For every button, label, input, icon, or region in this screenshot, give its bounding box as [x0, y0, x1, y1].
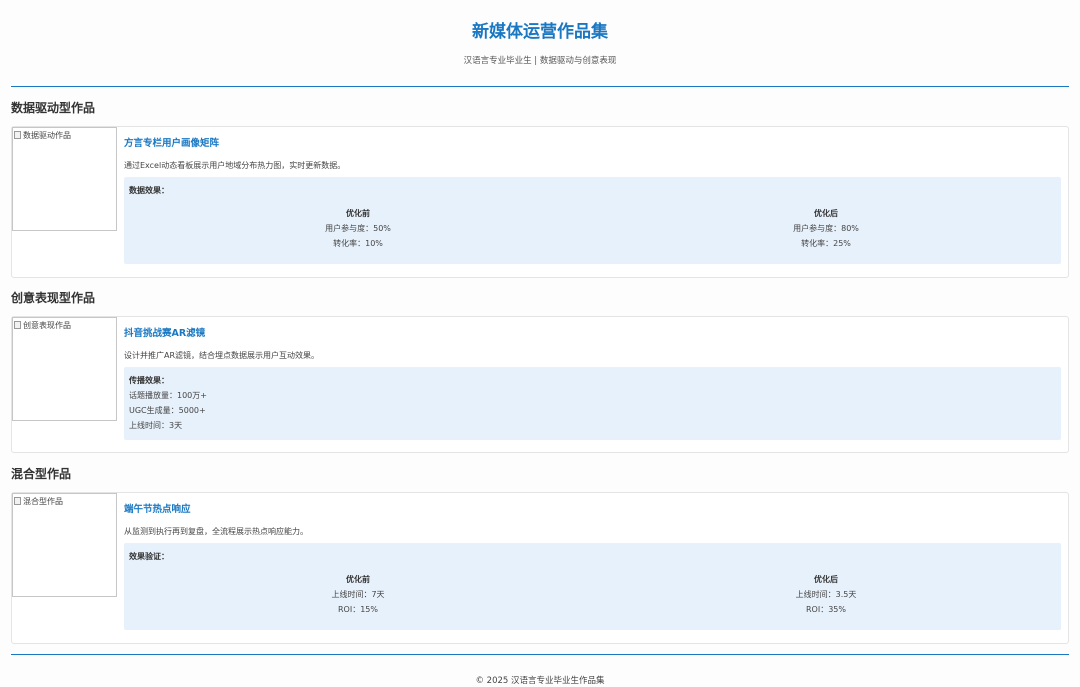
section-title-creative: 创意表现型作品	[11, 291, 96, 305]
effect-panel: 效果验证： 优化前 上线时间：7天 ROI：15% 优化后 上线时间：3.5天 …	[124, 543, 1061, 630]
broken-image-icon	[14, 497, 21, 505]
project-image: 混合型作品	[12, 493, 117, 597]
page-subtitle: 汉语言专业毕业生 | 数据驱动与创意表现	[463, 56, 617, 66]
section-title-hybrid: 混合型作品	[11, 467, 72, 481]
after-heading: 优化后	[814, 209, 838, 218]
after-heading: 优化后	[814, 575, 838, 584]
effect-label: 效果验证：	[129, 552, 169, 561]
project-card-creative: 创意表现作品 抖音挑战赛AR滤镜 设计并推广AR滤镜，结合埋点数据展示用户互动效…	[11, 316, 1069, 453]
before-heading: 优化前	[346, 575, 370, 584]
effect-metric: 话题播放量：100万+	[129, 391, 207, 400]
before-column: 优化前 用户参与度：50% 转化率：10%	[124, 208, 592, 253]
project-card-hybrid: 混合型作品 端午节热点响应 从监测到执行再到复盘，全流程展示热点响应能力。 效果…	[11, 492, 1069, 644]
before-heading: 优化前	[346, 209, 370, 218]
after-column: 优化后 上线时间：3.5天 ROI：35%	[592, 574, 1060, 619]
project-title: 抖音挑战赛AR滤镜	[124, 328, 206, 339]
project-description: 从监测到执行再到复盘，全流程展示热点响应能力。	[124, 527, 308, 536]
before-metric: 转化率：10%	[333, 239, 383, 248]
project-image: 创意表现作品	[12, 317, 117, 421]
before-metric: 用户参与度：50%	[325, 224, 391, 233]
project-description: 设计并推广AR滤镜，结合埋点数据展示用户互动效果。	[124, 351, 320, 360]
effect-metric: 上线时间：3天	[129, 421, 183, 430]
after-metric: 用户参与度：80%	[793, 224, 859, 233]
project-card-data-driven: 数据驱动作品 方言专栏用户画像矩阵 通过Excel动态看板展示用户地域分布热力图…	[11, 126, 1069, 278]
effect-metrics-list: 话题播放量：100万+ UGC生成量：5000+ 上线时间：3天	[129, 390, 207, 435]
broken-image-icon	[14, 321, 21, 329]
before-column: 优化前 上线时间：7天 ROI：15%	[124, 574, 592, 619]
project-title: 端午节热点响应	[124, 504, 191, 515]
project-description: 通过Excel动态看板展示用户地域分布热力图，实时更新数据。	[124, 161, 346, 170]
footer-divider	[11, 654, 1069, 655]
section-title-data-driven: 数据驱动型作品	[11, 101, 96, 115]
header-divider	[11, 86, 1069, 87]
page-header: 新媒体运营作品集 汉语言专业毕业生 | 数据驱动与创意表现	[0, 0, 1080, 86]
effect-label: 数据效果：	[129, 186, 169, 195]
effect-metric: UGC生成量：5000+	[129, 406, 206, 415]
effect-label: 传播效果：	[129, 376, 169, 385]
page-title: 新媒体运营作品集	[472, 22, 608, 42]
image-alt-text: 创意表现作品	[23, 321, 71, 330]
after-column: 优化后 用户参与度：80% 转化率：25%	[592, 208, 1060, 253]
footer-copyright: © 2025 汉语言专业毕业生作品集	[475, 676, 605, 686]
image-alt-text: 混合型作品	[23, 497, 63, 506]
after-metric: ROI：35%	[806, 605, 846, 614]
after-metric: 转化率：25%	[801, 239, 851, 248]
image-alt-text: 数据驱动作品	[23, 131, 71, 140]
before-metric: ROI：15%	[338, 605, 378, 614]
before-metric: 上线时间：7天	[331, 590, 385, 599]
project-image: 数据驱动作品	[12, 127, 117, 231]
effect-panel: 传播效果： 话题播放量：100万+ UGC生成量：5000+ 上线时间：3天	[124, 367, 1061, 440]
after-metric: 上线时间：3.5天	[795, 590, 857, 599]
broken-image-icon	[14, 131, 21, 139]
effect-panel: 数据效果： 优化前 用户参与度：50% 转化率：10% 优化后 用户参与度：80…	[124, 177, 1061, 264]
project-title: 方言专栏用户画像矩阵	[124, 138, 220, 149]
